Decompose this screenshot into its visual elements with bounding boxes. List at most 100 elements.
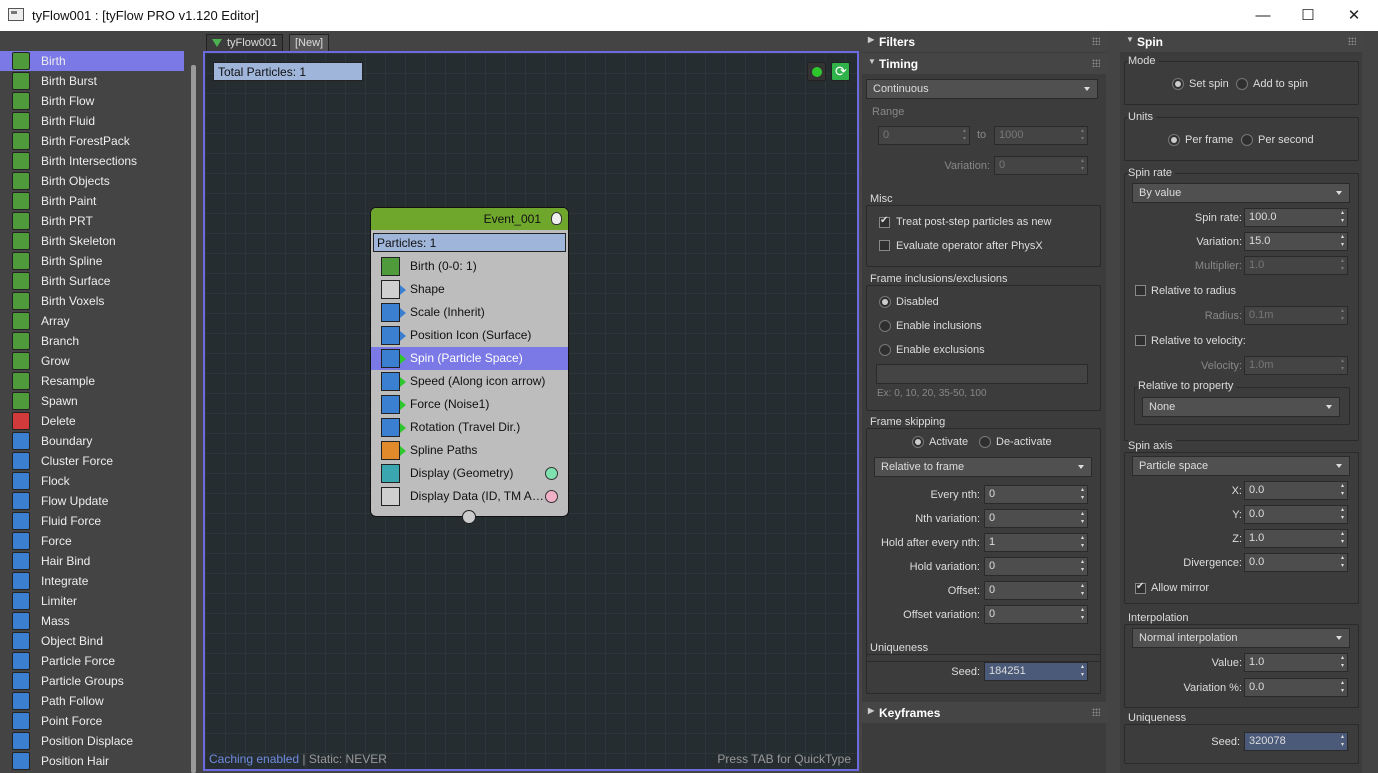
enable-exclusions-radio[interactable]: [879, 344, 891, 356]
event-operator-row[interactable]: Shape: [371, 278, 568, 301]
timing-rollout-header[interactable]: ▼ Timing: [862, 53, 1106, 74]
frame-list-input[interactable]: [876, 364, 1088, 384]
event-output-socket[interactable]: [462, 510, 476, 524]
close-button[interactable]: ✕: [1331, 0, 1377, 31]
axis-y-spinner[interactable]: 0.0: [1244, 505, 1348, 524]
relative-to-radius-checkbox[interactable]: [1135, 285, 1146, 296]
caching-link[interactable]: Caching enabled: [209, 752, 299, 766]
evaluate-after-physx-checkbox[interactable]: [879, 240, 890, 251]
operator-list-item[interactable]: Birth: [0, 51, 184, 71]
operator-list-item[interactable]: Birth Fluid: [0, 111, 184, 131]
event-operator-row[interactable]: Speed (Along icon arrow): [371, 370, 568, 393]
event-operator-row[interactable]: Spline Paths: [371, 439, 568, 462]
display-color-swatch[interactable]: [545, 467, 558, 480]
operator-list-item[interactable]: Particle Force: [0, 651, 184, 671]
event-node[interactable]: Event_001 Particles: 1 Birth (0-0: 1) Sha…: [370, 207, 569, 524]
operator-list-item[interactable]: Birth Voxels: [0, 291, 184, 311]
operator-list-item[interactable]: Delete: [0, 411, 184, 431]
operator-list-item[interactable]: Birth Spline: [0, 251, 184, 271]
operator-list-item[interactable]: Birth Skeleton: [0, 231, 184, 251]
event-operator-row[interactable]: Rotation (Travel Dir.): [371, 416, 568, 439]
allow-mirror-checkbox[interactable]: [1135, 581, 1146, 594]
operator-list-item[interactable]: Birth Flow: [0, 91, 184, 111]
operator-list-item[interactable]: Position Displace: [0, 731, 184, 751]
interp-value-spinner[interactable]: 1.0: [1244, 653, 1348, 672]
operator-list-item[interactable]: Birth ForestPack: [0, 131, 184, 151]
keyframes-rollout-header[interactable]: ▶ Keyframes: [862, 702, 1106, 723]
operator-list-item[interactable]: Birth PRT: [0, 211, 184, 231]
minimize-button[interactable]: —: [1240, 0, 1286, 31]
operator-list-item[interactable]: Flow Update: [0, 491, 184, 511]
event-header[interactable]: Event_001: [371, 208, 568, 230]
operator-list-item[interactable]: Birth Surface: [0, 271, 184, 291]
operator-list-item[interactable]: Birth Paint: [0, 191, 184, 211]
operator-list-item[interactable]: Array: [0, 311, 184, 331]
operator-list-item[interactable]: Branch: [0, 331, 184, 351]
interp-variation-spinner[interactable]: 0.0: [1244, 678, 1348, 697]
relative-to-dropdown[interactable]: Relative to frame: [874, 457, 1092, 477]
operator-list-item[interactable]: Resample: [0, 371, 184, 391]
event-operator-row[interactable]: Force (Noise1): [371, 393, 568, 416]
add-to-spin-radio[interactable]: [1236, 78, 1248, 90]
divergence-spinner[interactable]: 0.0: [1244, 553, 1348, 572]
operator-list-item[interactable]: Birth Objects: [0, 171, 184, 191]
spin-rate-mode-dropdown[interactable]: By value: [1132, 183, 1350, 203]
event-operator-row[interactable]: Birth (0-0: 1): [371, 255, 568, 278]
spin-rate-spinner[interactable]: 100.0: [1244, 208, 1348, 227]
axis-space-dropdown[interactable]: Particle space: [1132, 456, 1350, 476]
property-dropdown[interactable]: None: [1142, 397, 1340, 417]
display-color-swatch[interactable]: [545, 490, 558, 503]
operator-list-item[interactable]: Cluster Force: [0, 451, 184, 471]
lightbulb-icon[interactable]: [551, 212, 562, 225]
event-operator-row[interactable]: Spin (Particle Space): [371, 347, 568, 370]
deactivate-radio[interactable]: [979, 436, 991, 448]
interpolation-dropdown[interactable]: Normal interpolation: [1132, 628, 1350, 648]
offset-spinner[interactable]: 0: [984, 581, 1088, 600]
enable-inclusions-radio[interactable]: [879, 320, 891, 332]
velocity-spinner[interactable]: 1.0m: [1244, 356, 1348, 375]
radius-spinner[interactable]: 0.1m: [1244, 306, 1348, 325]
axis-z-spinner[interactable]: 1.0: [1244, 529, 1348, 548]
filters-rollout-header[interactable]: ▶ Filters: [862, 31, 1106, 52]
operator-list-item[interactable]: Path Follow: [0, 691, 184, 711]
relative-to-velocity-checkbox[interactable]: [1135, 335, 1146, 346]
tab-new[interactable]: [New]: [289, 34, 330, 52]
event-operator-row[interactable]: Display (Geometry): [371, 462, 568, 485]
per-second-radio[interactable]: [1241, 134, 1253, 146]
hold-variation-spinner[interactable]: 0: [984, 557, 1088, 576]
operator-list-item[interactable]: Spawn: [0, 391, 184, 411]
set-spin-radio[interactable]: [1172, 78, 1184, 90]
operator-list-item[interactable]: Fluid Force: [0, 511, 184, 531]
spin-variation-spinner[interactable]: 15.0: [1244, 232, 1348, 251]
operator-list-item[interactable]: Hair Bind: [0, 551, 184, 571]
event-operator-row[interactable]: Position Icon (Surface): [371, 324, 568, 347]
maximize-button[interactable]: ☐: [1285, 0, 1331, 31]
axis-x-spinner[interactable]: 0.0: [1244, 481, 1348, 500]
operator-list-item[interactable]: Position Hair: [0, 751, 184, 771]
operator-list-item[interactable]: Birth Intersections: [0, 151, 184, 171]
disabled-radio[interactable]: [879, 296, 891, 308]
timing-mode-dropdown[interactable]: Continuous: [866, 79, 1098, 99]
enable-toggle-button[interactable]: [807, 62, 826, 81]
timing-variation-spinner[interactable]: 0: [994, 156, 1088, 175]
offset-variation-spinner[interactable]: 0: [984, 605, 1088, 624]
operator-list-item[interactable]: Birth Burst: [0, 71, 184, 91]
operator-list-item[interactable]: Limiter: [0, 591, 184, 611]
spin-rollout-header[interactable]: ▼ Spin: [1120, 31, 1362, 52]
flow-canvas[interactable]: Total Particles: 1 ⟳ Event_001 Particles…: [203, 51, 859, 771]
operator-list-scrollbar[interactable]: [191, 65, 196, 773]
per-frame-radio[interactable]: [1168, 134, 1180, 146]
tab-tyflow001[interactable]: tyFlow001: [206, 34, 284, 52]
operator-list-item[interactable]: Boundary: [0, 431, 184, 451]
operator-list-item[interactable]: Integrate: [0, 571, 184, 591]
treat-post-step-checkbox[interactable]: [879, 215, 890, 228]
range-from-spinner[interactable]: 0: [878, 126, 970, 145]
multiplier-spinner[interactable]: 1.0: [1244, 256, 1348, 275]
refresh-button[interactable]: ⟳: [831, 62, 850, 81]
hold-after-spinner[interactable]: 1: [984, 533, 1088, 552]
operator-list-item[interactable]: Mass: [0, 611, 184, 631]
activate-radio[interactable]: [912, 436, 924, 448]
event-operator-row[interactable]: Scale (Inherit): [371, 301, 568, 324]
operator-list-item[interactable]: Object Bind: [0, 631, 184, 651]
operator-list-item[interactable]: Flock: [0, 471, 184, 491]
